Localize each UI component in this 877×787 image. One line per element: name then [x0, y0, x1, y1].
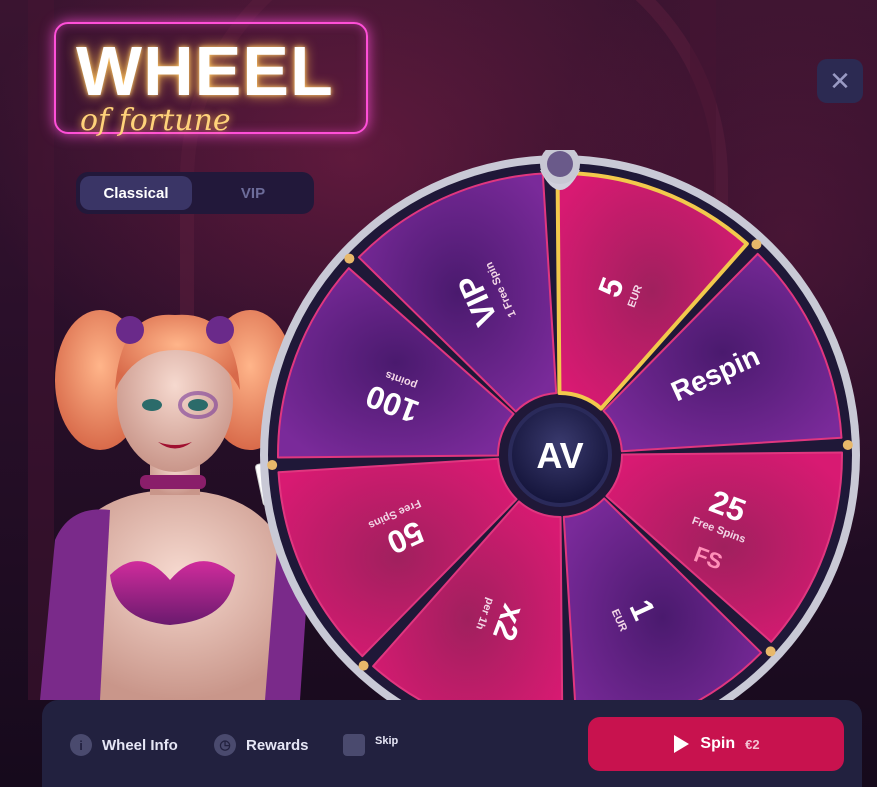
clock-icon: ◷	[214, 734, 236, 756]
spin-price: €2	[745, 736, 760, 752]
wheel-bolt	[842, 439, 853, 450]
rewards-button[interactable]: ◷ Rewards	[214, 734, 309, 756]
action-panel: i Wheel Info ◷ Rewards Skip Spin €2	[42, 700, 862, 787]
skip-checkbox[interactable]	[343, 734, 365, 756]
fortune-wheel[interactable]: 5EURRespin25Free SpinsFS1EURx2per 1h50Fr…	[255, 150, 865, 760]
wheel-info-label: Wheel Info	[102, 736, 178, 754]
play-icon	[674, 735, 690, 753]
wheel-bolt	[751, 239, 762, 250]
wheel-bolt	[267, 460, 278, 471]
logo-subtitle: of fortune	[80, 103, 231, 138]
wheel-bolt	[344, 253, 355, 264]
close-button[interactable]: ✕	[817, 59, 863, 103]
wheel-of-fortune-logo: WHEEL of fortune	[54, 22, 368, 138]
logo-title: WHEEL	[76, 32, 334, 110]
skip-toggle[interactable]: Skip	[343, 734, 398, 756]
spin-label: Spin	[700, 735, 736, 752]
rewards-label: Rewards	[246, 736, 309, 754]
info-icon: i	[70, 734, 92, 756]
skip-label: Skip	[375, 735, 399, 747]
wheel-info-button[interactable]: i Wheel Info	[70, 734, 178, 756]
tab-classical[interactable]: Classical	[80, 176, 192, 210]
spin-button[interactable]: Spin €2	[588, 717, 844, 771]
hub-logo: AV	[536, 435, 583, 476]
wheel-bolt	[358, 660, 369, 671]
close-icon: ✕	[829, 65, 851, 96]
wheel-bolt	[765, 646, 776, 657]
